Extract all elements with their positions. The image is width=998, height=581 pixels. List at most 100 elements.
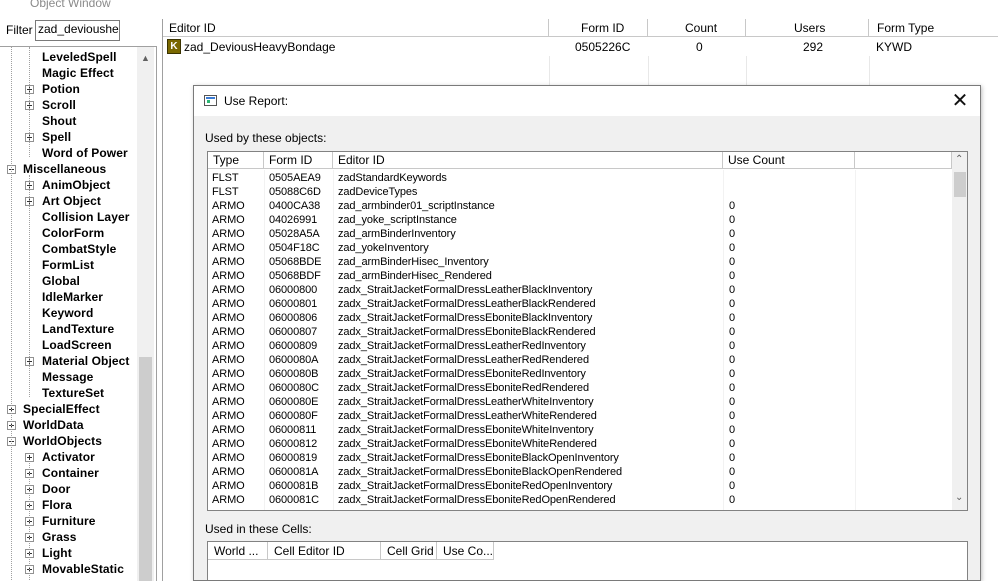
tree-item[interactable]: Container	[0, 465, 137, 481]
objects-scrollbar[interactable]: ⌃ ⌄	[952, 152, 967, 510]
tree-item[interactable]: Spell	[0, 129, 137, 145]
tree-item[interactable]: AnimObject	[0, 177, 137, 193]
column-header-form-id[interactable]: Form ID	[264, 152, 333, 169]
table-row[interactable]: ARMO 06000809 zadx_StraitJacketFormalDress…	[208, 339, 953, 353]
column-header-use-count[interactable]: Use Count	[723, 152, 855, 169]
close-icon[interactable]: ✕	[948, 90, 972, 112]
tree-item[interactable]: IdleMarker	[0, 289, 137, 305]
table-row[interactable]: ARMO 0600080A zadx_StraitJacketFormalDress…	[208, 353, 953, 367]
tree-item[interactable]: Scroll	[0, 97, 137, 113]
column-header-world[interactable]: World ...	[208, 542, 268, 560]
column-header-form-type[interactable]: Form Type	[869, 19, 998, 37]
tree-item[interactable]: SpecialEffect	[0, 401, 137, 417]
tree-item[interactable]: Flora	[0, 497, 137, 513]
table-row[interactable]: ARMO 0600081A zadx_StraitJacketFormalDress…	[208, 465, 953, 479]
table-row[interactable]: ARMO 06000800 zadx_StraitJacketFormalDress…	[208, 283, 953, 297]
dialog-titlebar[interactable]: Use Report: ✕	[194, 86, 980, 116]
table-row[interactable]: ARMO 06000806 zadx_StraitJacketFormalDress…	[208, 311, 953, 325]
tree-item[interactable]: FormList	[0, 257, 137, 273]
chevron-down-icon[interactable]: ⌄	[955, 492, 963, 503]
tree-item-label: LoadScreen	[42, 338, 112, 352]
tree-item[interactable]: LoadScreen	[0, 337, 137, 353]
table-row[interactable]: ARMO 04026991 zad_yoke_scriptInstance 0	[208, 213, 953, 227]
tree-item[interactable]: Potion	[0, 81, 137, 97]
tree-item[interactable]: Message	[0, 369, 137, 385]
tree-item-label: WorldObjects	[23, 434, 102, 448]
used-by-objects-list[interactable]: Type Form ID Editor ID Use Count FLST 050…	[207, 151, 968, 511]
table-row[interactable]: ARMO 0600080E zadx_StraitJacketFormalDress…	[208, 395, 953, 409]
tree-item-label: Spell	[42, 130, 72, 144]
table-row[interactable]: ARMO 06000819 zadx_StraitJacketFormalDress…	[208, 451, 953, 465]
table-row[interactable]: ARMO 0600081C zadx_StraitJacketFormalDress…	[208, 493, 953, 507]
used-in-cells-list[interactable]: World ... Cell Editor ID Cell Grid Use C…	[207, 541, 968, 580]
cell-form-id: 06000806	[269, 312, 318, 324]
table-row[interactable]: ARMO 0504F18C zad_yokeInventory 0	[208, 241, 953, 255]
tree-item[interactable]: Collision Layer	[0, 209, 137, 225]
tree-item[interactable]: Miscellaneous	[0, 161, 137, 177]
objects-scroll-thumb[interactable]	[954, 172, 966, 197]
tree-item[interactable]: Grass	[0, 529, 137, 545]
tree-item[interactable]: CombatStyle	[0, 241, 137, 257]
tree-item[interactable]: ColorForm	[0, 225, 137, 241]
tree-item[interactable]: Keyword	[0, 305, 137, 321]
table-row[interactable]: ARMO 0600080F zadx_StraitJacketFormalDress…	[208, 409, 953, 423]
table-row[interactable]: ARMO 06000807 zadx_StraitJacketFormalDress…	[208, 325, 953, 339]
column-header-users[interactable]: Users	[746, 19, 869, 37]
tree-item[interactable]: Magic Effect	[0, 65, 137, 81]
object-type-tree[interactable]: LeveledSpell Magic Effect Potion Scroll Shou…	[0, 46, 157, 581]
tree-item[interactable]: Art Object	[0, 193, 137, 209]
tree-item[interactable]: Light	[0, 545, 137, 561]
cell-editor-id: zadx_StraitJacketFormalDressEboniteBlack…	[338, 326, 596, 338]
tree-item[interactable]: LeveledSpell	[0, 49, 137, 65]
table-row[interactable]: ARMO 0600080B zadx_StraitJacketFormalDress…	[208, 367, 953, 381]
table-row[interactable]: ARMO 0600081B zadx_StraitJacketFormalDress…	[208, 479, 953, 493]
column-header-empty	[855, 152, 952, 169]
column-header-editor-id[interactable]: Editor ID	[333, 152, 723, 169]
tree-item[interactable]: TextureSet	[0, 385, 137, 401]
cell-form-id: 06000807	[269, 326, 318, 338]
tree-item[interactable]: Activator	[0, 449, 137, 465]
tree-item-label: WorldData	[23, 418, 84, 432]
cell-form-id: 06000809	[269, 340, 318, 352]
tree-item-label: ColorForm	[42, 226, 105, 240]
tree-item[interactable]: Word of Power	[0, 145, 137, 161]
column-header-cell-grid[interactable]: Cell Grid	[381, 542, 437, 560]
filter-input[interactable]: zad_deviousheavy	[35, 20, 120, 41]
tree-item-label: FormList	[42, 258, 95, 272]
table-row[interactable]: ARMO 05068BDF zad_armBinderHisec_Rendered 0	[208, 269, 953, 283]
table-row[interactable]: ARMO 06000801 zadx_StraitJacketFormalDress…	[208, 297, 953, 311]
table-row[interactable]: ARMO 06000812 zadx_StraitJacketFormalDress…	[208, 437, 953, 451]
tree-item[interactable]: Material Object	[0, 353, 137, 369]
column-header-cell-editor-id[interactable]: Cell Editor ID	[268, 542, 381, 560]
table-row[interactable]: FLST 05088C6D zadDeviceTypes	[208, 185, 953, 199]
column-header-editor-id[interactable]: Editor ID	[163, 19, 549, 37]
cell-editor-id: zadStandardKeywords	[338, 172, 447, 184]
row-form-type: KYWD	[876, 40, 912, 54]
column-header-type[interactable]: Type	[208, 152, 264, 169]
table-row[interactable]: ARMO 0400CA38 zad_armbinder01_scriptInstan…	[208, 199, 953, 213]
tree-item[interactable]: LandTexture	[0, 321, 137, 337]
table-row[interactable]: ARMO 06000811 zadx_StraitJacketFormalDress…	[208, 423, 953, 437]
tree-scroll-thumb[interactable]	[139, 357, 152, 581]
column-header-count[interactable]: Count	[648, 19, 746, 37]
tree-item[interactable]: Furniture	[0, 513, 137, 529]
tree-item[interactable]: WorldData	[0, 417, 137, 433]
cell-type: FLST	[212, 172, 239, 184]
tree-item[interactable]: Shout	[0, 113, 137, 129]
table-row[interactable]: ARMO 0600080C zadx_StraitJacketFormalDress…	[208, 381, 953, 395]
scroll-up-icon[interactable]: ▲	[141, 53, 150, 63]
chevron-up-icon[interactable]: ⌃	[955, 154, 963, 165]
tree-scrollbar[interactable]: ▲	[137, 47, 154, 581]
tree-item[interactable]: Global	[0, 273, 137, 289]
expand-plus-icon[interactable]	[25, 453, 34, 462]
tree-item[interactable]: WorldObjects	[0, 433, 137, 449]
table-row[interactable]: ARMO 05028A5A zad_armBinderInventory 0	[208, 227, 953, 241]
cell-editor-id: zad_armBinderInventory	[338, 228, 456, 240]
table-row[interactable]: FLST 0505AEA9 zadStandardKeywords	[208, 171, 953, 185]
column-header-form-id[interactable]: Form ID	[549, 19, 648, 37]
column-header-use-count[interactable]: Use Co...	[437, 542, 494, 560]
tree-item[interactable]: Door	[0, 481, 137, 497]
tree-item-label: Grass	[42, 530, 77, 544]
table-row[interactable]: ARMO 05068BDE zad_armBinderHisec_Inventory…	[208, 255, 953, 269]
tree-item[interactable]: MovableStatic	[0, 561, 137, 577]
